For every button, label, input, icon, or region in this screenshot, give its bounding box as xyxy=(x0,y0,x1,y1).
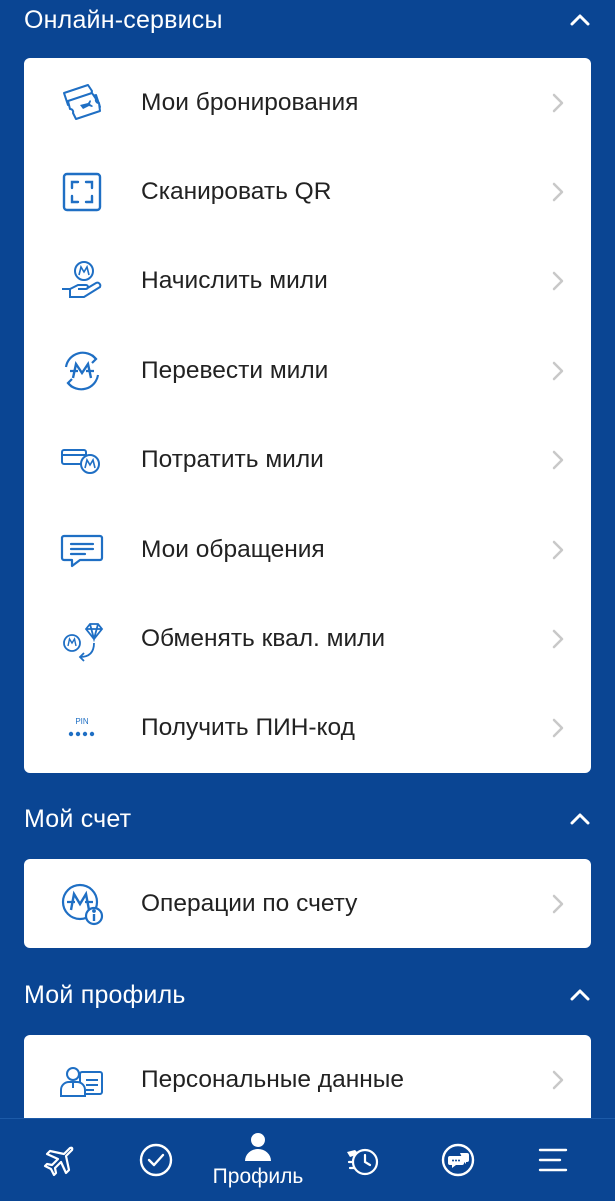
accrue-miles-icon xyxy=(58,257,106,305)
section-header-online[interactable]: Онлайн-сервисы xyxy=(0,0,615,40)
menu-item-bookings[interactable]: Мои бронирования xyxy=(24,58,591,147)
exchange-miles-icon xyxy=(58,615,106,663)
chat-message-icon xyxy=(58,526,106,574)
menu-item-label: Получить ПИН-код xyxy=(141,714,355,742)
menu-item-label: Операции по счету xyxy=(141,889,358,917)
bottom-tab-bar: Профиль xyxy=(0,1118,615,1201)
transfer-miles-icon xyxy=(58,347,106,395)
chat-bubbles-icon xyxy=(441,1143,475,1177)
menu-item-spend-miles[interactable]: Потратить мили xyxy=(24,416,591,505)
menu-item-label: Мои бронирования xyxy=(141,88,359,116)
menu-item-label: Мои обращения xyxy=(141,535,325,563)
menu-item-label: Сканировать QR xyxy=(141,178,332,206)
pin-code-icon: PIN xyxy=(58,704,106,752)
history-icon xyxy=(347,1148,379,1176)
chevron-right-icon xyxy=(552,540,564,559)
chevron-right-icon xyxy=(552,719,564,738)
chevron-up-icon[interactable] xyxy=(569,984,591,1006)
pin-badge-text: PIN xyxy=(75,717,89,726)
menu-icon xyxy=(538,1148,568,1172)
chevron-up-icon[interactable] xyxy=(569,808,591,830)
qr-scan-icon xyxy=(58,168,106,216)
menu-item-scan-qr[interactable]: Сканировать QR xyxy=(24,147,591,236)
tab-flights[interactable] xyxy=(10,1119,110,1201)
person-icon xyxy=(245,1133,271,1161)
tab-chat[interactable] xyxy=(408,1119,508,1201)
tickets-icon xyxy=(58,79,106,127)
menu-item-transfer-miles[interactable]: Перевести мили xyxy=(24,326,591,415)
chevron-right-icon xyxy=(552,629,564,649)
menu-item-personal-data[interactable]: Персональные данные xyxy=(24,1035,591,1125)
menu-item-accrue-miles[interactable]: Начислить мили xyxy=(24,237,591,326)
chevron-right-icon xyxy=(552,361,564,381)
section-title: Онлайн-сервисы xyxy=(24,5,223,34)
personal-data-icon xyxy=(58,1056,106,1104)
menu-item-my-requests[interactable]: Мои обращения xyxy=(24,505,591,594)
spend-miles-icon xyxy=(58,436,106,484)
chevron-right-icon xyxy=(552,93,564,112)
section-title: Мой профиль xyxy=(24,980,186,1009)
check-circle-icon xyxy=(139,1143,173,1177)
chevron-right-icon xyxy=(552,451,564,470)
tab-label: Профиль xyxy=(212,1165,304,1188)
menu-item-label: Потратить мили xyxy=(141,446,324,474)
tab-profile[interactable]: Профиль xyxy=(208,1119,308,1201)
menu-item-label: Обменять квал. мили xyxy=(141,625,386,653)
account-operations-icon xyxy=(58,880,106,928)
section-header-profile[interactable]: Мой профиль xyxy=(0,975,615,1015)
menu-item-exchange-miles[interactable]: Обменять квал. мили xyxy=(24,594,591,683)
chevron-right-icon xyxy=(552,182,564,202)
section-header-account[interactable]: Мой счет xyxy=(0,799,615,839)
menu-item-label: Персональные данные xyxy=(141,1066,405,1093)
profile-card: Персональные данные xyxy=(24,1035,591,1125)
tab-menu[interactable] xyxy=(503,1119,603,1201)
tab-checkin[interactable] xyxy=(106,1119,206,1201)
menu-item-get-pin[interactable]: PIN Получить ПИН-код xyxy=(24,684,591,773)
section-title: Мой счет xyxy=(24,804,132,833)
account-card: Операции по счету xyxy=(24,859,591,948)
menu-item-label: Начислить мили xyxy=(141,267,328,295)
tab-history[interactable] xyxy=(312,1119,412,1201)
online-services-card: Мои бронирования Сканировать QR Начислит… xyxy=(24,58,591,773)
menu-item-account-operations[interactable]: Операции по счету xyxy=(24,859,591,948)
chevron-up-icon[interactable] xyxy=(569,9,591,31)
chevron-right-icon xyxy=(552,1070,564,1090)
chevron-right-icon xyxy=(552,272,564,291)
chevron-right-icon xyxy=(552,894,564,913)
airplane-icon xyxy=(43,1146,74,1177)
menu-item-label: Перевести мили xyxy=(141,356,329,384)
